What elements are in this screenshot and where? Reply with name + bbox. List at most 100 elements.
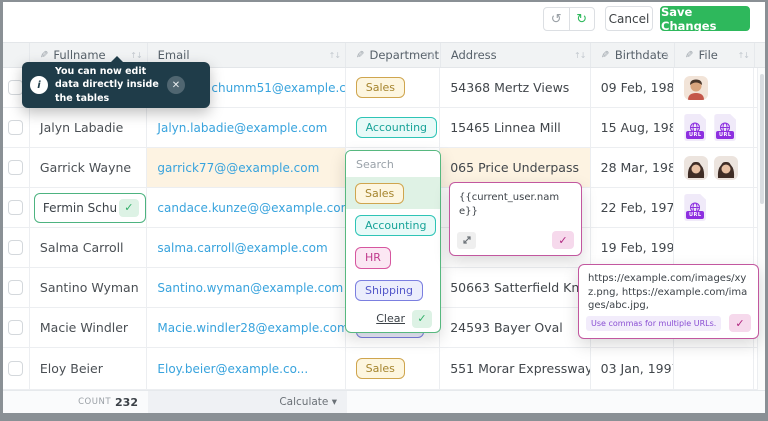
confirm-check-icon[interactable]: ✓ — [729, 314, 751, 332]
row-checkbox[interactable] — [8, 160, 23, 175]
sort-icon[interactable]: ↑↓ — [574, 51, 585, 60]
woman-photo-avatar[interactable] — [714, 156, 738, 180]
info-tooltip: i You can now edit data directly inside … — [22, 62, 210, 108]
address-cell[interactable]: 551 Morar Expressway — [440, 348, 590, 389]
formula-value[interactable]: {{current_user.name}} — [459, 191, 572, 218]
row-checkbox[interactable] — [8, 320, 23, 335]
scrollbar-thumb[interactable] — [760, 74, 764, 204]
option-badge: Accounting — [355, 215, 436, 236]
fullname-cell[interactable]: Santino Wyman — [30, 268, 148, 307]
birthdate-cell[interactable]: 28 Mar, 1986 — [591, 148, 675, 187]
column-header-department[interactable]: ✎ Department ↑↓ — [346, 43, 441, 67]
fullname-cell[interactable]: Garrick Wayne — [30, 148, 148, 187]
fullname-input[interactable] — [43, 201, 119, 215]
save-changes-button[interactable]: Save Changes — [660, 6, 750, 31]
file-cell[interactable] — [674, 348, 754, 389]
fullname-cell[interactable]: Salma Carroll — [30, 228, 148, 267]
dropdown-option-shipping[interactable]: Shipping — [346, 274, 440, 306]
sort-icon[interactable]: ↑↓ — [130, 51, 141, 60]
woman-photo-avatar[interactable] — [684, 156, 708, 180]
url-value[interactable]: https://example.com/images/xyz.png, http… — [588, 272, 749, 313]
email-link[interactable]: salma.carroll@example.com — [157, 241, 327, 255]
birthdate-cell[interactable]: 03 Jan, 1997 — [591, 348, 675, 389]
url-file-icon[interactable]: URL — [714, 114, 736, 141]
email-cell[interactable]: salma.carroll@example.com — [147, 228, 345, 267]
expand-icon[interactable] — [457, 232, 476, 249]
formula-editor-popover: {{current_user.name}} ✓ — [449, 182, 582, 256]
confirm-check-icon[interactable]: ✓ — [119, 199, 139, 217]
fullname-cell[interactable]: Jalyn Labadie — [30, 108, 148, 147]
birthdate-text: 03 Jan, 1997 — [601, 361, 675, 376]
table-footer: COUNT 232 Calculate ▾ — [3, 390, 765, 413]
file-cell[interactable] — [674, 68, 754, 107]
fullname-cell[interactable]: Eloy Beier — [30, 348, 148, 389]
address-cell[interactable]: 54368 Mertz Views — [440, 68, 590, 107]
count-label: COUNT — [78, 397, 111, 407]
apply-check-icon[interactable]: ✓ — [412, 310, 432, 328]
department-cell[interactable]: Sales — [346, 68, 441, 107]
file-cell[interactable] — [674, 228, 754, 267]
edit-pencil-icon: ✎ — [40, 50, 48, 61]
birthdate-cell[interactable]: 09 Feb, 1980 — [591, 68, 675, 107]
dropdown-option-sales[interactable]: Sales — [346, 177, 440, 209]
email-link[interactable]: garrick77@@example.com — [157, 161, 319, 175]
table-row: Eloy Beier Eloy.beier@example.co... Sale… — [3, 348, 765, 390]
email-cell[interactable]: Eloy.beier@example.co... — [147, 348, 345, 389]
sort-icon[interactable]: ↑↓ — [329, 51, 340, 60]
cancel-button[interactable]: Cancel — [605, 6, 653, 31]
email-cell[interactable]: Santino.wyman@example.com — [147, 268, 345, 307]
birthdate-cell[interactable]: 15 Aug, 1980 — [591, 108, 675, 147]
address-cell[interactable]: 15465 Linnea Mill — [440, 108, 590, 147]
email-cell-edited[interactable]: garrick77@@example.com — [147, 148, 345, 187]
url-file-icon[interactable]: URL — [684, 114, 706, 141]
email-link[interactable]: chumm51@example.co... — [211, 81, 345, 95]
fullname-cell[interactable]: Macie Windler — [30, 308, 148, 347]
row-checkbox[interactable] — [8, 280, 23, 295]
row-checkbox[interactable] — [8, 120, 23, 135]
email-link[interactable]: candace.kunze@@example.com — [157, 201, 345, 215]
email-link[interactable]: Jalyn.labadie@example.com — [157, 121, 327, 135]
department-badge[interactable]: Accounting — [356, 117, 437, 138]
sort-icon[interactable]: ↑↓ — [738, 51, 749, 60]
vertical-scrollbar[interactable] — [757, 68, 765, 390]
department-cell[interactable]: Sales — [346, 348, 441, 389]
row-count: COUNT 232 — [3, 391, 148, 413]
department-badge[interactable]: Sales — [356, 77, 405, 98]
address-cell[interactable]: 24593 Bayer Oval — [440, 308, 590, 347]
sort-icon[interactable]: ↑↓ — [658, 51, 669, 60]
row-checkbox[interactable] — [8, 200, 23, 215]
file-cell[interactable]: URL URL — [674, 108, 754, 147]
file-cell[interactable] — [674, 148, 754, 187]
close-icon[interactable]: ✕ — [167, 76, 185, 94]
dropdown-option-accounting[interactable]: Accounting — [346, 209, 440, 241]
man-photo-avatar[interactable] — [684, 76, 708, 100]
undo-icon[interactable]: ↺ — [544, 8, 570, 30]
option-badge: Shipping — [355, 280, 423, 301]
email-cell[interactable]: candace.kunze@@example.com — [147, 188, 345, 227]
column-header-file[interactable]: ✎ File ↑↓ — [675, 43, 755, 67]
birthdate-cell[interactable]: 22 Feb, 1978 — [591, 188, 675, 227]
email-link[interactable]: Macie.windler28@example.com — [157, 321, 345, 335]
calculate-dropdown[interactable]: Calculate ▾ — [148, 391, 347, 413]
birthdate-cell[interactable]: 19 Feb, 1991 — [591, 228, 675, 267]
column-header-address[interactable]: Address ↑↓ — [441, 43, 592, 67]
column-header-birthdate[interactable]: ✎ Birthdate ↑↓ — [591, 43, 675, 67]
row-checkbox[interactable] — [8, 240, 23, 255]
email-cell[interactable]: Jalyn.labadie@example.com — [147, 108, 345, 147]
confirm-check-icon[interactable]: ✓ — [552, 231, 574, 249]
file-cell[interactable]: URL — [674, 188, 754, 227]
search-input[interactable] — [346, 151, 440, 177]
department-cell[interactable]: Accounting — [346, 108, 441, 147]
row-checkbox[interactable] — [8, 361, 23, 376]
email-cell[interactable]: Macie.windler28@example.com — [147, 308, 345, 347]
sort-icon[interactable]: ↑↓ — [423, 51, 434, 60]
department-badge[interactable]: Sales — [356, 358, 405, 379]
address-cell[interactable]: 50663 Satterfield Knoll — [440, 268, 590, 307]
url-editor-popover: https://example.com/images/xyz.png, http… — [578, 264, 759, 339]
redo-icon[interactable]: ↻ — [570, 8, 595, 30]
url-file-icon[interactable]: URL — [684, 194, 706, 221]
dropdown-option-hr[interactable]: HR — [346, 241, 440, 273]
clear-link[interactable]: Clear — [376, 312, 405, 325]
email-link[interactable]: Eloy.beier@example.co... — [157, 362, 308, 376]
email-link[interactable]: Santino.wyman@example.com — [157, 281, 343, 295]
